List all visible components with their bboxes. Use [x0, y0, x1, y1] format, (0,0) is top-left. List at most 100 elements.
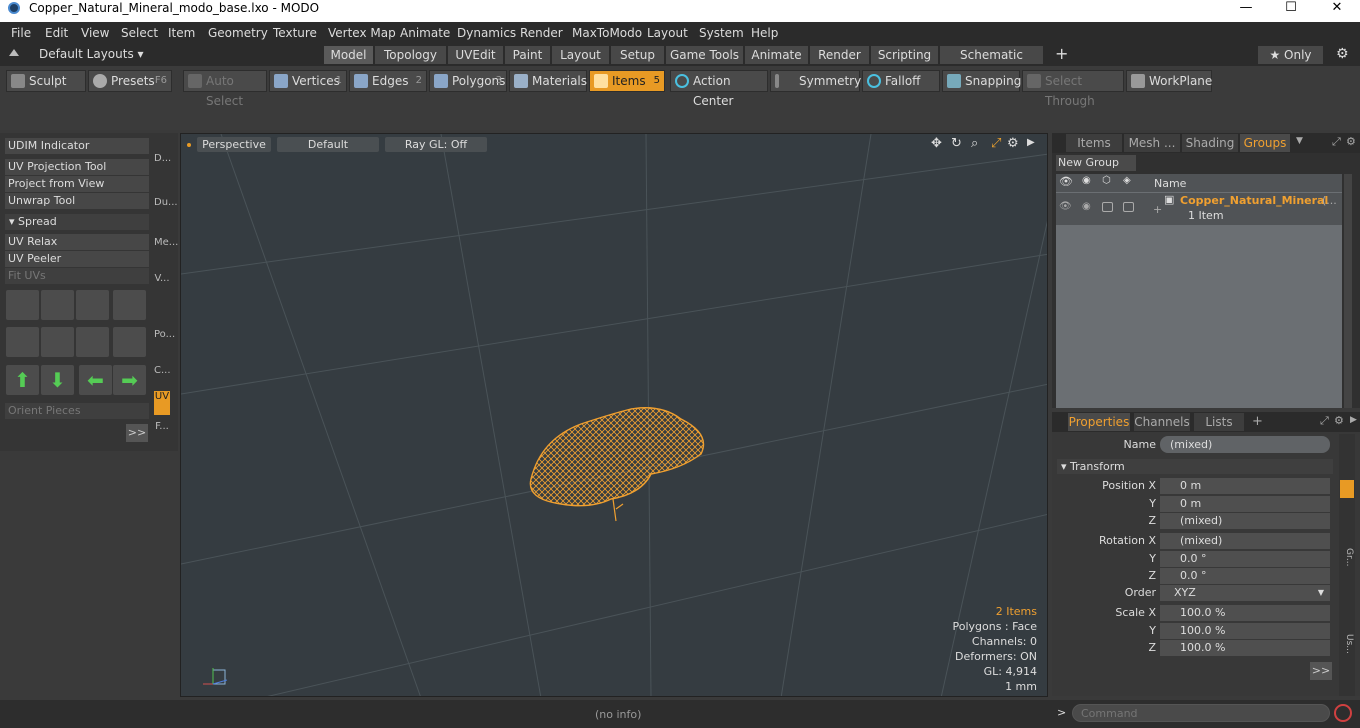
tab-scripting[interactable]: Scripting — [871, 46, 939, 64]
menu-item[interactable]: Item — [168, 26, 195, 40]
spread-section[interactable]: ▾ Spread — [5, 214, 149, 230]
side-tab-f[interactable]: F... — [154, 421, 170, 432]
viewport-gear-icon[interactable]: ⚙ — [1007, 136, 1019, 151]
side-tab-d[interactable]: D... — [154, 153, 171, 164]
name-field[interactable]: (mixed) — [1160, 436, 1330, 453]
group-expand-icon[interactable]: + — [1153, 203, 1162, 216]
collapse-arrow-icon[interactable] — [9, 49, 19, 56]
panel-gear-icon[interactable]: ⚙ — [1346, 135, 1356, 148]
close-button[interactable]: ✕ — [1314, 0, 1360, 16]
tab-channels[interactable]: Channels — [1134, 413, 1190, 431]
unwrap-tool-button[interactable]: Unwrap Tool — [5, 193, 149, 209]
props-scroll-thumb[interactable] — [1340, 480, 1354, 498]
rotation-x-field[interactable]: (mixed) — [1160, 533, 1330, 549]
tab-properties[interactable]: Properties — [1068, 413, 1130, 431]
maximize-button[interactable]: ☐ — [1268, 0, 1314, 16]
tab-layout[interactable]: Layout — [552, 46, 610, 64]
command-input[interactable] — [1072, 704, 1330, 722]
side-tab-gr[interactable]: Gr... — [1340, 548, 1354, 566]
3d-viewport[interactable]: Perspective Default Ray GL: Off ✥ ↻ ⌕ ⤢ … — [180, 133, 1048, 697]
menu-maxtomodo[interactable]: MaxToModo — [572, 26, 642, 40]
rotate-view-icon[interactable]: ↻ — [951, 136, 962, 151]
tab-animate[interactable]: Animate — [745, 46, 809, 64]
side-tab-v[interactable]: V... — [154, 273, 170, 284]
group-render-icon[interactable]: ◉ — [1082, 201, 1091, 212]
groups-scrollbar[interactable] — [1344, 174, 1352, 408]
shading-dropdown[interactable]: Default — [277, 137, 379, 152]
group-eye-icon[interactable]: 👁 — [1059, 201, 1072, 212]
tab-uvedit[interactable]: UVEdit — [448, 46, 504, 64]
side-tab-us[interactable]: Us... — [1340, 634, 1354, 654]
zoom-view-icon[interactable]: ⌕ — [971, 136, 978, 151]
project-from-view-button[interactable]: Project from View — [5, 176, 149, 192]
transform-section[interactable]: ▾ Transform — [1057, 459, 1333, 474]
sculpt-button[interactable]: Sculpt — [6, 70, 86, 92]
uv-transform-icon[interactable] — [6, 290, 39, 320]
uv-peeler-button[interactable]: UV Peeler — [5, 251, 149, 267]
menu-file[interactable]: File — [11, 26, 31, 40]
uv-cube-map-icon[interactable] — [6, 327, 39, 357]
add-tab-button[interactable]: + — [1055, 44, 1068, 63]
tab-groups[interactable]: Groups — [1240, 134, 1290, 152]
default-layouts-dropdown[interactable]: Default Layouts ▾ — [39, 47, 144, 61]
menu-edit[interactable]: Edit — [45, 26, 68, 40]
materials-button[interactable]: Materials — [509, 70, 587, 92]
arrow-left-icon[interactable]: ⬅ — [79, 365, 112, 395]
scale-z-field[interactable]: 100.0 % — [1160, 640, 1330, 656]
menu-geometry[interactable]: Geometry — [208, 26, 268, 40]
side-tab-uv[interactable]: UV — [154, 391, 170, 415]
menu-dynamics[interactable]: Dynamics — [457, 26, 516, 40]
presets-button[interactable]: Presets F6 — [88, 70, 172, 92]
side-tab-c[interactable]: C... — [154, 365, 171, 376]
props-expand-icon[interactable]: ⤢ — [1320, 414, 1329, 428]
uv-relax-button[interactable]: UV Relax — [5, 234, 149, 250]
rotation-y-field[interactable]: 0.0 ° — [1160, 551, 1330, 567]
side-tab-po[interactable]: Po... — [154, 329, 175, 340]
tab-mesh[interactable]: Mesh ... — [1124, 134, 1180, 152]
group-name[interactable]: Copper_Natural_Mineral — [1180, 194, 1328, 207]
workplane-button[interactable]: WorkPlane — [1126, 70, 1212, 92]
uv-projection-tool-button[interactable]: UV Projection Tool — [5, 159, 149, 175]
gear-icon[interactable]: ⚙ — [1336, 46, 1349, 62]
minimize-button[interactable]: — — [1223, 0, 1269, 16]
arrow-right-icon[interactable]: ➡ — [113, 365, 146, 395]
props-expand-arrow-icon[interactable]: ▶ — [1350, 415, 1357, 425]
ray-gl-toggle[interactable]: Ray GL: Off — [385, 137, 487, 152]
menu-animate[interactable]: Animate — [400, 26, 450, 40]
fit-view-icon[interactable]: ⤢ — [991, 136, 1001, 151]
scale-x-field[interactable]: 100.0 % — [1160, 605, 1330, 621]
tab-paint[interactable]: Paint — [505, 46, 551, 64]
only-toggle[interactable]: ★ Only — [1258, 46, 1324, 64]
tab-items[interactable]: Items — [1066, 134, 1122, 152]
vertices-button[interactable]: Vertices 1 — [269, 70, 347, 92]
menu-system[interactable]: System — [699, 26, 744, 40]
menu-view[interactable]: View — [81, 26, 109, 40]
rotation-z-field[interactable]: 0.0 ° — [1160, 568, 1330, 584]
uv-sphere-icon[interactable] — [113, 327, 146, 357]
more-tools-button[interactable]: >> — [126, 424, 148, 442]
group-lock-checkbox[interactable] — [1102, 202, 1113, 212]
arrow-down-icon[interactable]: ⬇ — [41, 365, 74, 395]
uv-scale-icon[interactable] — [76, 290, 109, 320]
uv-box-icon[interactable] — [113, 290, 146, 320]
scale-y-field[interactable]: 100.0 % — [1160, 623, 1330, 639]
position-z-field[interactable]: (mixed) — [1160, 513, 1330, 529]
tab-game-tools[interactable]: Game Tools — [666, 46, 744, 64]
order-dropdown[interactable]: XYZ ▼ — [1160, 585, 1330, 601]
menu-help[interactable]: Help — [751, 26, 778, 40]
perspective-dropdown[interactable]: Perspective — [197, 137, 271, 152]
add-panel-button[interactable]: + — [1252, 414, 1263, 429]
tab-schematic-fusion[interactable]: Schematic Fusion — [940, 46, 1044, 80]
uv-pyramid-icon[interactable] — [76, 327, 109, 357]
symmetry-button[interactable]: Symmetry — [770, 70, 861, 92]
side-tab-me[interactable]: Me... — [154, 237, 178, 248]
tab-topology[interactable]: Topology — [375, 46, 447, 64]
uv-grid-icon[interactable] — [41, 327, 74, 357]
menu-vertex-map[interactable]: Vertex Map — [328, 26, 396, 40]
menu-layout[interactable]: Layout — [647, 26, 688, 40]
new-group-button[interactable]: New Group — [1056, 155, 1136, 171]
uv-rotate-icon[interactable] — [41, 290, 74, 320]
tab-setup[interactable]: Setup — [611, 46, 665, 64]
group-select-checkbox[interactable] — [1123, 202, 1134, 212]
menu-select[interactable]: Select — [121, 26, 158, 40]
